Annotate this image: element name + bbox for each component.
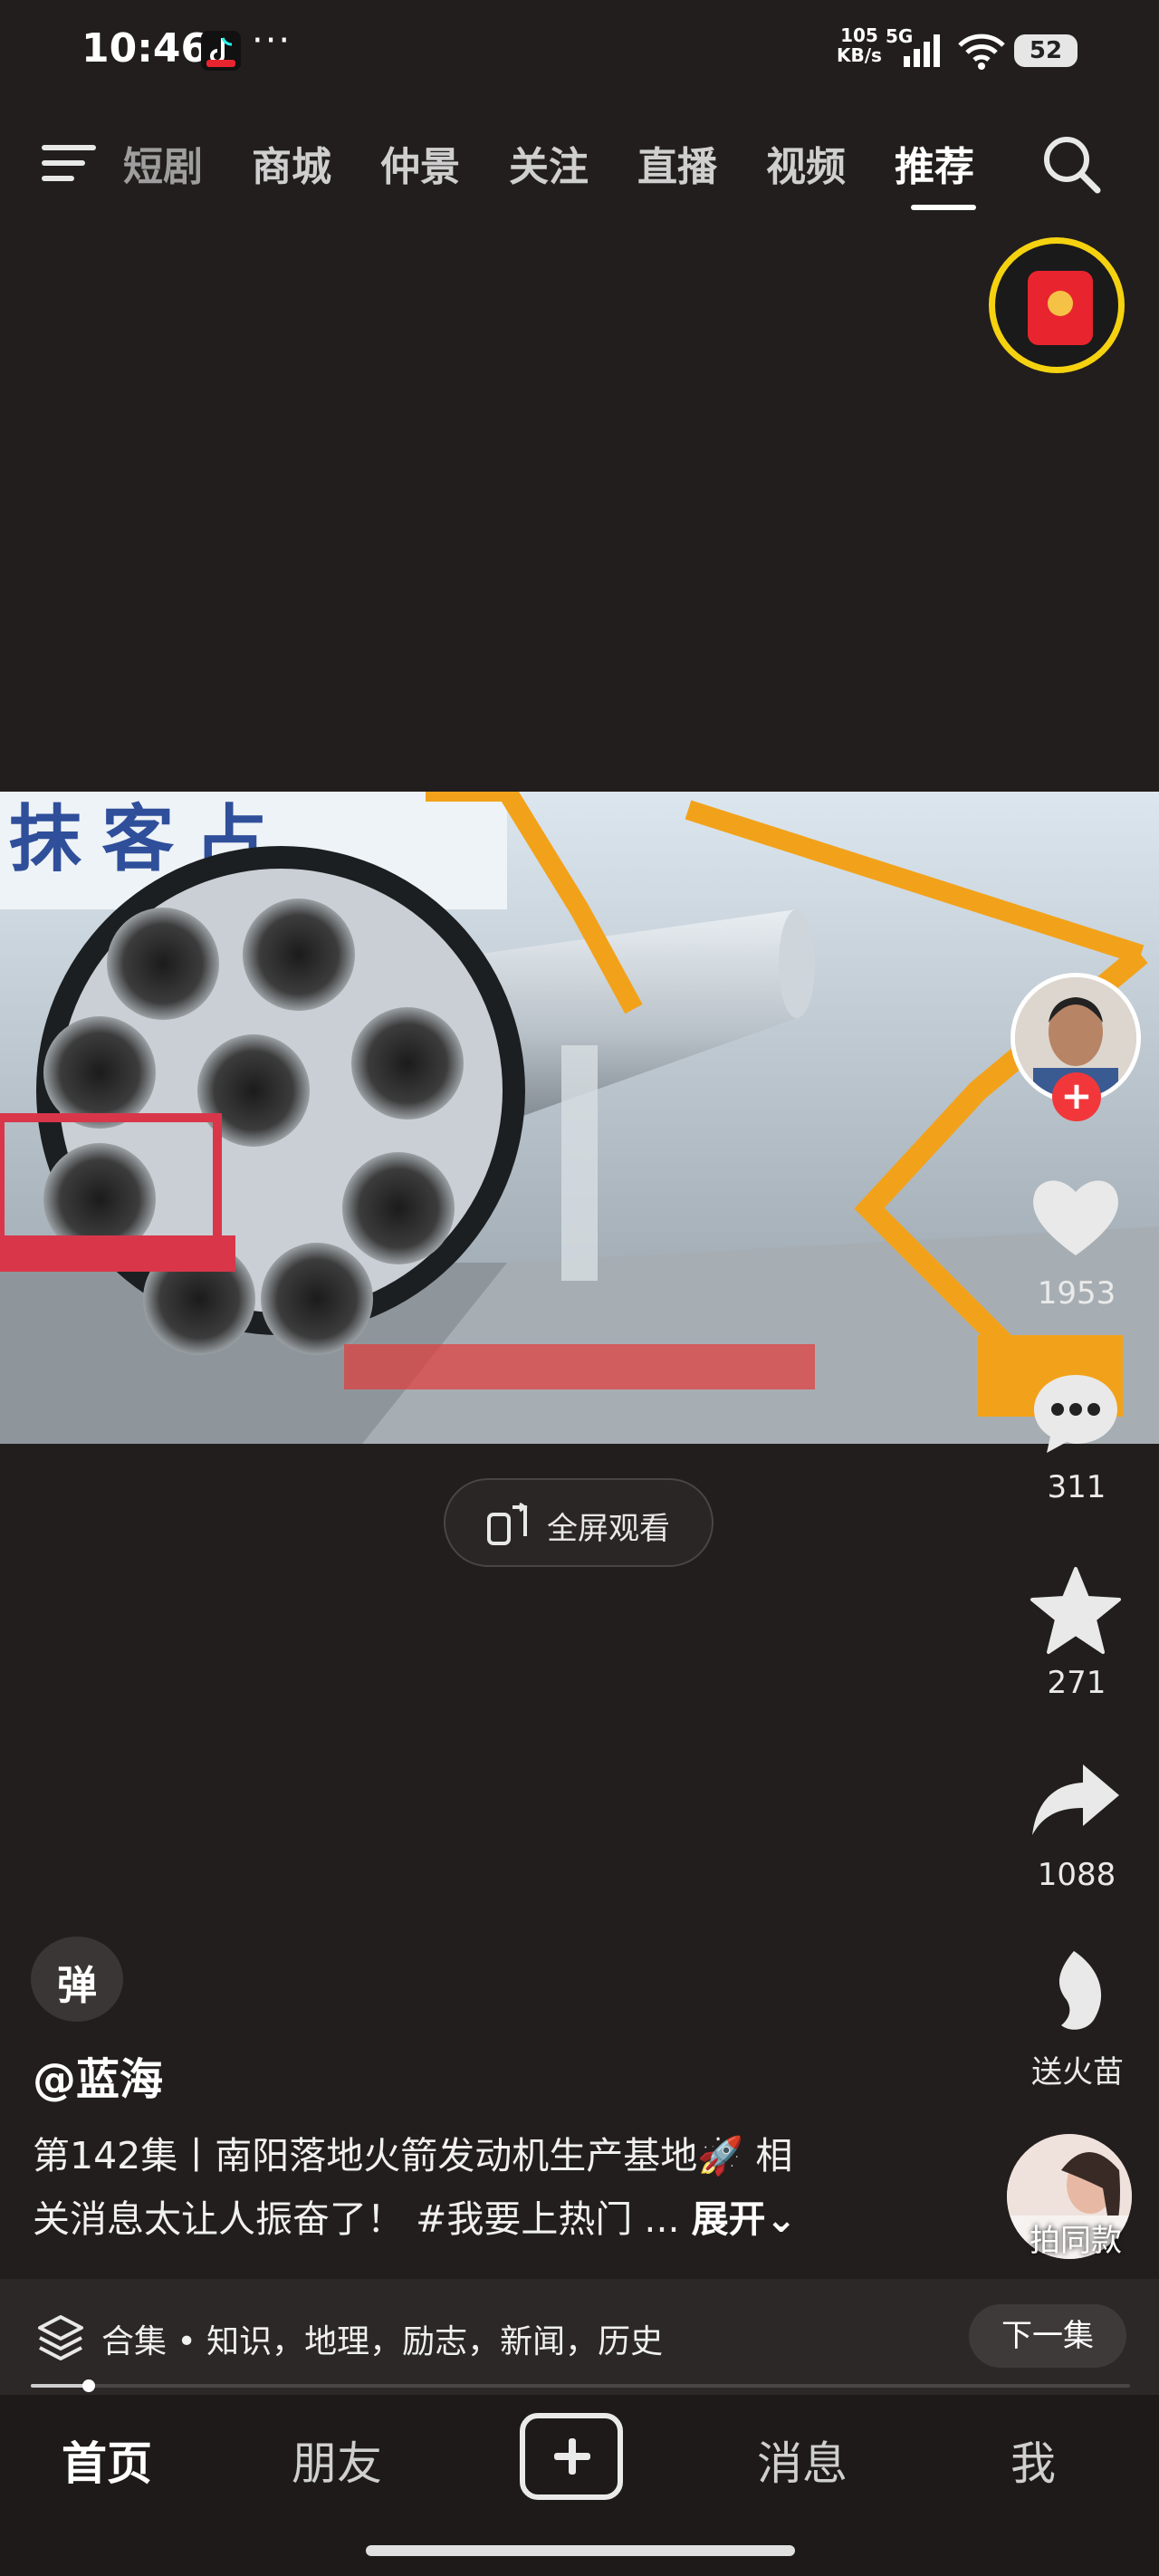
fullscreen-label: 全屏观看 <box>547 1511 670 1547</box>
tab-mall[interactable]: 商城 <box>252 134 331 192</box>
tab-zhongjing[interactable]: 仲景 <box>380 134 460 192</box>
tab-short-drama[interactable]: 短剧 <box>123 134 203 192</box>
caption-text-line2-body: 关消息太让人振奋了！ #我要上热门 ... <box>33 2197 692 2241</box>
flame-icon[interactable] <box>1047 1947 1110 2034</box>
expand-caption-link[interactable]: 展开⌄ <box>692 2197 797 2241</box>
rotate-screen-icon <box>484 1502 532 1545</box>
danmaku-label: 弹 <box>57 1963 97 2009</box>
next-episode-button[interactable]: 下一集 <box>969 2304 1126 2368</box>
net-speed: 105 KB/s <box>837 25 882 65</box>
same-style-label[interactable]: 拍同款 <box>1012 2216 1139 2260</box>
menu-icon[interactable] <box>40 141 101 185</box>
plus-icon <box>554 2438 590 2475</box>
video-progress-fill <box>31 2384 90 2388</box>
net-speed-unit: KB/s <box>837 44 882 66</box>
status-time: 10:46 <box>81 25 209 72</box>
share-arrow-icon[interactable] <box>1029 1759 1123 1841</box>
comment-icon[interactable] <box>1029 1370 1123 1456</box>
follow-plus-button[interactable]: + <box>1052 1072 1101 1121</box>
caption-text-line2: 关消息太让人振奋了！ #我要上热门 ... 展开⌄ <box>33 2188 797 2243</box>
battery-indicator: 52 <box>1014 34 1078 67</box>
video-progress-bar[interactable] <box>31 2379 1130 2392</box>
signal-icon <box>898 33 943 72</box>
tab-follow[interactable]: 关注 <box>509 134 589 192</box>
nav-messages[interactable]: 消息 <box>757 2427 848 2493</box>
tab-live[interactable]: 直播 <box>637 134 717 192</box>
fullscreen-button[interactable]: 全屏观看 <box>444 1478 714 1567</box>
collection-bar[interactable]: 合集 • 知识，地理，励志，新闻，历史 下一集 <box>0 2279 1159 2395</box>
star-icon[interactable] <box>1029 1565 1123 1656</box>
share-count: 1088 <box>1037 1857 1116 1893</box>
search-icon[interactable] <box>1039 132 1103 196</box>
heart-icon[interactable] <box>1029 1174 1123 1261</box>
tab-recommend[interactable]: 推荐 <box>895 134 974 192</box>
nav-home[interactable]: 首页 <box>62 2427 152 2493</box>
nav-friends[interactable]: 朋友 <box>292 2427 382 2493</box>
danmaku-toggle-button[interactable]: 弹 <box>31 1937 123 2022</box>
create-post-button[interactable] <box>520 2413 623 2500</box>
favorite-count: 271 <box>1047 1665 1106 1701</box>
video-player[interactable]: 抹 客 占 <box>0 792 1159 1444</box>
tiktok-notification-icon <box>201 31 241 71</box>
send-fire-label[interactable]: 送火苗 <box>1014 2047 1141 2091</box>
active-tab-indicator <box>911 205 976 210</box>
comment-count: 311 <box>1047 1469 1106 1505</box>
home-indicator <box>366 2545 795 2556</box>
caption-text-line1: 第142集丨南阳落地火箭发动机生产基地🚀 相 <box>33 2134 793 2177</box>
net-speed-value: 105 <box>840 24 878 46</box>
tab-video[interactable]: 视频 <box>766 134 846 192</box>
wifi-icon <box>956 33 1007 74</box>
video-frame-image: 抹 客 占 <box>0 792 1159 1444</box>
author-name[interactable]: @蓝海 <box>33 2043 163 2107</box>
layers-icon <box>36 2313 85 2362</box>
status-more-notifications: ··· <box>252 20 292 62</box>
red-packet-widget[interactable] <box>989 237 1125 373</box>
collection-label: 合集 • 知识，地理，励志，新闻，历史 <box>101 2323 664 2360</box>
bottom-nav: 首页 朋友 消息 我 <box>0 2395 1159 2576</box>
nav-me[interactable]: 我 <box>1011 2427 1056 2493</box>
like-count: 1953 <box>1037 1275 1116 1312</box>
envelope-seal <box>1048 291 1073 316</box>
red-envelope-icon <box>1028 271 1093 345</box>
